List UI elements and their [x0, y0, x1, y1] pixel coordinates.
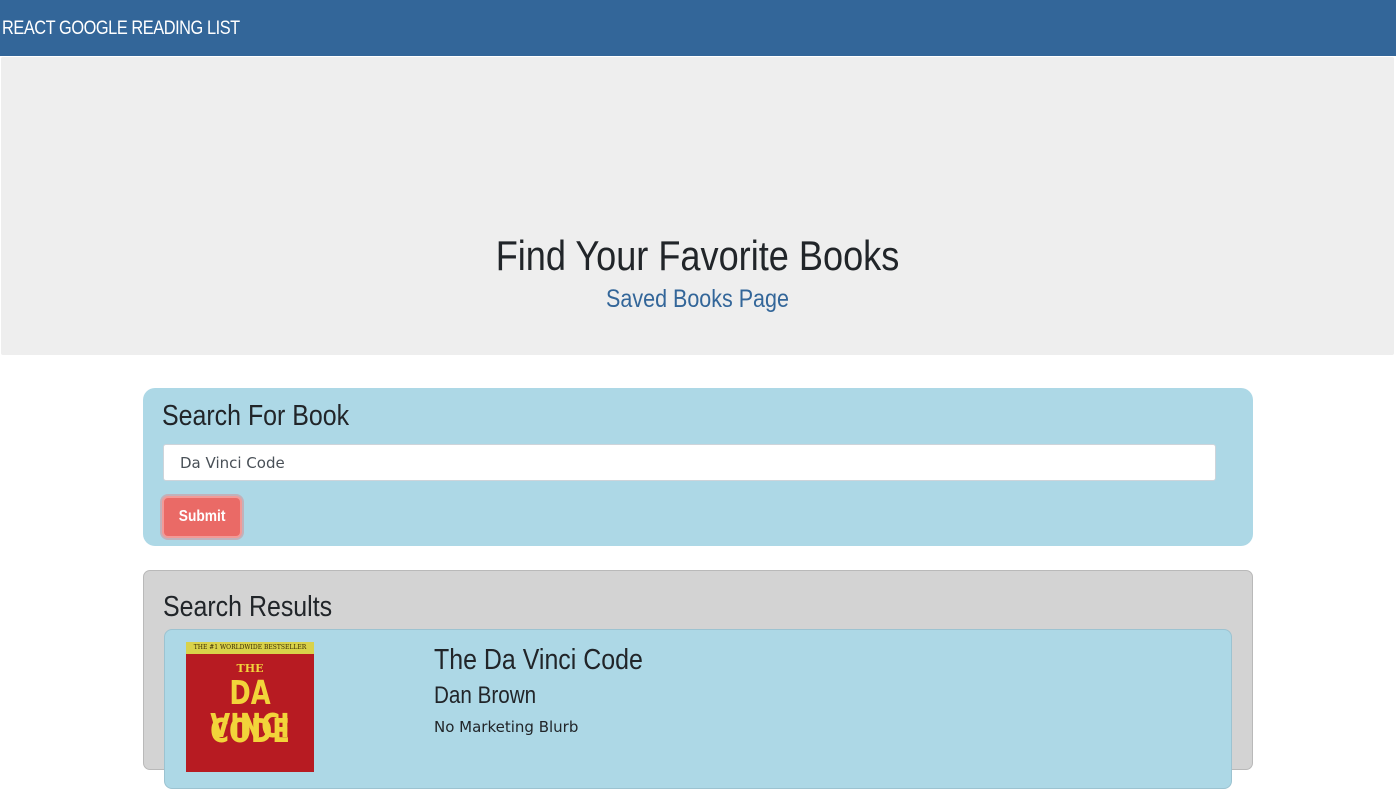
search-input[interactable] — [163, 444, 1216, 481]
page-title: Find Your Favorite Books — [495, 232, 900, 279]
top-navbar: REACT GOOGLE READING LIST — [0, 0, 1396, 56]
book-cover-image: THE #1 WORLDWIDE BESTSELLER THE DA VINCI… — [186, 642, 314, 772]
submit-button[interactable]: Submit — [162, 496, 242, 538]
search-card: Search For Book Submit — [143, 388, 1253, 546]
search-title: Search For Book — [162, 400, 350, 432]
book-title: The Da Vinci Code — [434, 644, 643, 676]
navbar-brand[interactable]: REACT GOOGLE READING LIST — [2, 18, 240, 40]
book-author: Dan Brown — [434, 682, 537, 709]
saved-books-link[interactable]: Saved Books Page — [99, 285, 1297, 314]
jumbotron: Find Your Favorite Books Saved Books Pag… — [1, 57, 1394, 355]
book-description: No Marketing Blurb — [434, 718, 579, 736]
search-results-panel: Search Results THE #1 WORLDWIDE BESTSELL… — [143, 570, 1253, 789]
book-card: THE #1 WORLDWIDE BESTSELLER THE DA VINCI… — [164, 629, 1232, 789]
submit-button-label: Submit — [178, 508, 226, 525]
results-title: Search Results — [163, 591, 333, 623]
